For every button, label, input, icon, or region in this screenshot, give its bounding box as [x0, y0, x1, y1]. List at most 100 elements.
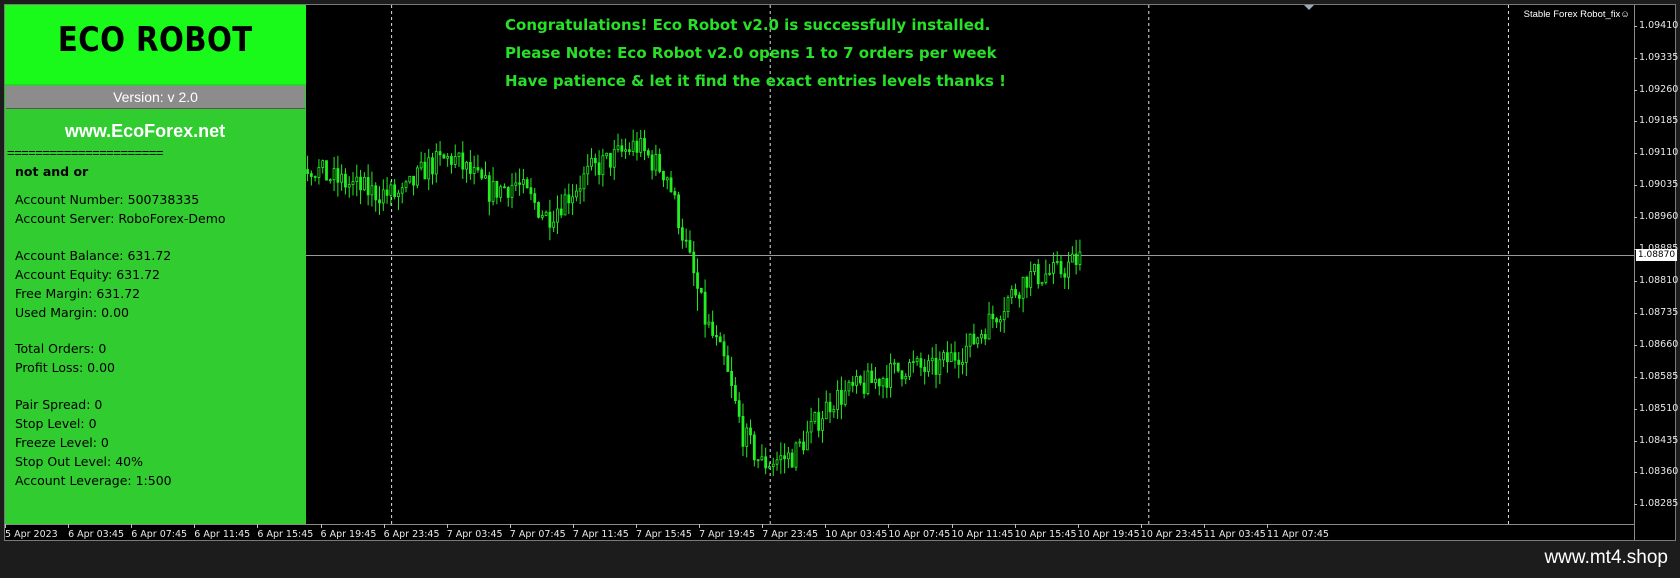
candle-body — [453, 156, 457, 165]
candle-body — [908, 362, 911, 377]
candle-body — [1044, 273, 1048, 283]
price-tick-label: 1.08435 — [1633, 434, 1679, 446]
candle-body — [923, 366, 927, 372]
chart-shift-marker-icon[interactable] — [1304, 5, 1314, 10]
candle-body — [1055, 261, 1059, 263]
candle-body — [1067, 261, 1070, 278]
candle-body — [620, 145, 624, 152]
candle-body — [749, 427, 752, 436]
candle-body — [548, 211, 552, 228]
time-tick-label: 7 Apr 03:45 — [446, 524, 503, 540]
time-axis[interactable]: 5 Apr 2023 6 Apr 03:45 6 Apr 07:45 6 Apr 11… — [5, 524, 1634, 542]
candle-body — [571, 196, 574, 204]
candle-body — [927, 360, 930, 372]
watermark: www.mt4.shop — [1544, 547, 1668, 568]
candle-body — [484, 175, 487, 179]
candle-body — [480, 169, 484, 179]
candle-body — [537, 202, 540, 218]
candle-body — [347, 184, 351, 188]
price-tick-label: 1.08585 — [1633, 370, 1679, 382]
time-tick-label: 7 Apr 15:45 — [636, 524, 692, 540]
candle-body — [646, 150, 650, 156]
candle-body — [832, 409, 836, 413]
panel-separator: ====================== — [7, 145, 164, 160]
candle-body — [783, 455, 787, 460]
candle-body — [317, 166, 321, 178]
candle-body — [877, 378, 881, 387]
candle-body — [658, 153, 662, 172]
candle-body — [699, 287, 703, 293]
candle-body — [722, 341, 726, 357]
price-tick-label: 1.09035 — [1633, 179, 1679, 191]
total-orders: Total Orders: 0 — [15, 341, 107, 356]
time-tick-label: 7 Apr 11:45 — [572, 524, 629, 540]
time-tick-label: 10 Apr 15:45 — [1014, 524, 1077, 540]
time-tick-label: 10 Apr 11:45 — [951, 524, 1014, 540]
candle-body — [468, 161, 472, 174]
candle-body — [995, 318, 999, 323]
candle-body — [597, 162, 601, 176]
time-tick-label: 6 Apr 03:45 — [68, 524, 124, 540]
candle-body — [911, 361, 915, 364]
candle-body — [824, 401, 828, 420]
candle-body — [586, 165, 590, 175]
time-tick-label: 5 Apr 2023 — [5, 524, 58, 540]
candle-body — [855, 376, 858, 386]
candle-body — [1036, 264, 1040, 285]
candle-body — [768, 466, 771, 469]
candle-body — [957, 359, 961, 365]
candle-body — [370, 185, 374, 196]
candle-body — [434, 151, 438, 175]
robot-info-panel: ECO ROBOT Version: v 2.0 www.EcoForex.ne… — [5, 5, 306, 524]
candle-body — [733, 385, 737, 402]
candle-body — [306, 169, 309, 175]
candle-body — [692, 251, 696, 274]
candle-body — [540, 215, 544, 218]
website-link[interactable]: www.EcoForex.net — [5, 121, 285, 142]
candle-body — [1025, 276, 1029, 288]
candle-body — [321, 160, 325, 168]
version-bar: Version: v 2.0 — [6, 86, 305, 109]
price-axis[interactable]: 1.09410 1.09335 1.09260 1.09185 1.09110 1.090… — [1633, 5, 1679, 540]
candle-body — [862, 382, 866, 394]
candle-body — [949, 352, 953, 363]
candle-body — [487, 175, 491, 202]
install-message-line-2: Please Note: Eco Robot v2.0 opens 1 to 7… — [505, 44, 997, 62]
candle-body — [843, 390, 847, 405]
candle-body — [786, 452, 790, 460]
candle-body — [684, 239, 688, 242]
time-tick-label: 10 Apr 19:45 — [1077, 524, 1140, 540]
pair-spread: Pair Spread: 0 — [15, 397, 103, 412]
candle-body — [574, 190, 578, 198]
chart-window[interactable]: ▼ Congratulations! Eco Robot v2.0 is suc… — [4, 4, 1679, 542]
candle-body — [506, 187, 510, 198]
price-tick-label: 1.09335 — [1633, 51, 1679, 63]
candle-body — [450, 156, 453, 165]
candle-body — [915, 358, 919, 363]
candle-body — [821, 418, 824, 431]
candle-body — [408, 175, 412, 183]
candle-body — [1063, 273, 1067, 278]
candle-body — [461, 152, 465, 170]
candle-body — [1074, 253, 1078, 265]
candle-body — [726, 355, 730, 372]
candle-body — [851, 381, 855, 386]
robot-logo: ECO ROBOT — [5, 5, 306, 84]
candle-body — [930, 357, 934, 362]
candle-body — [760, 456, 764, 461]
candle-body — [476, 167, 480, 171]
used-margin: Used Margin: 0.00 — [15, 305, 129, 320]
candle-body — [919, 358, 923, 368]
candle-body — [514, 182, 518, 186]
candle-body — [378, 199, 381, 204]
price-chart-area[interactable]: ▼ Congratulations! Eco Robot v2.0 is suc… — [5, 5, 1634, 524]
price-tick-label: 1.08285 — [1633, 498, 1679, 510]
candle-body — [870, 370, 874, 383]
candle-body — [1006, 297, 1010, 312]
candle-body — [325, 160, 328, 181]
candle-body — [518, 182, 521, 185]
candle-body — [627, 149, 631, 152]
stop-level: Stop Level: 0 — [15, 416, 97, 431]
candle-body — [521, 179, 525, 185]
candle-body — [601, 155, 605, 176]
